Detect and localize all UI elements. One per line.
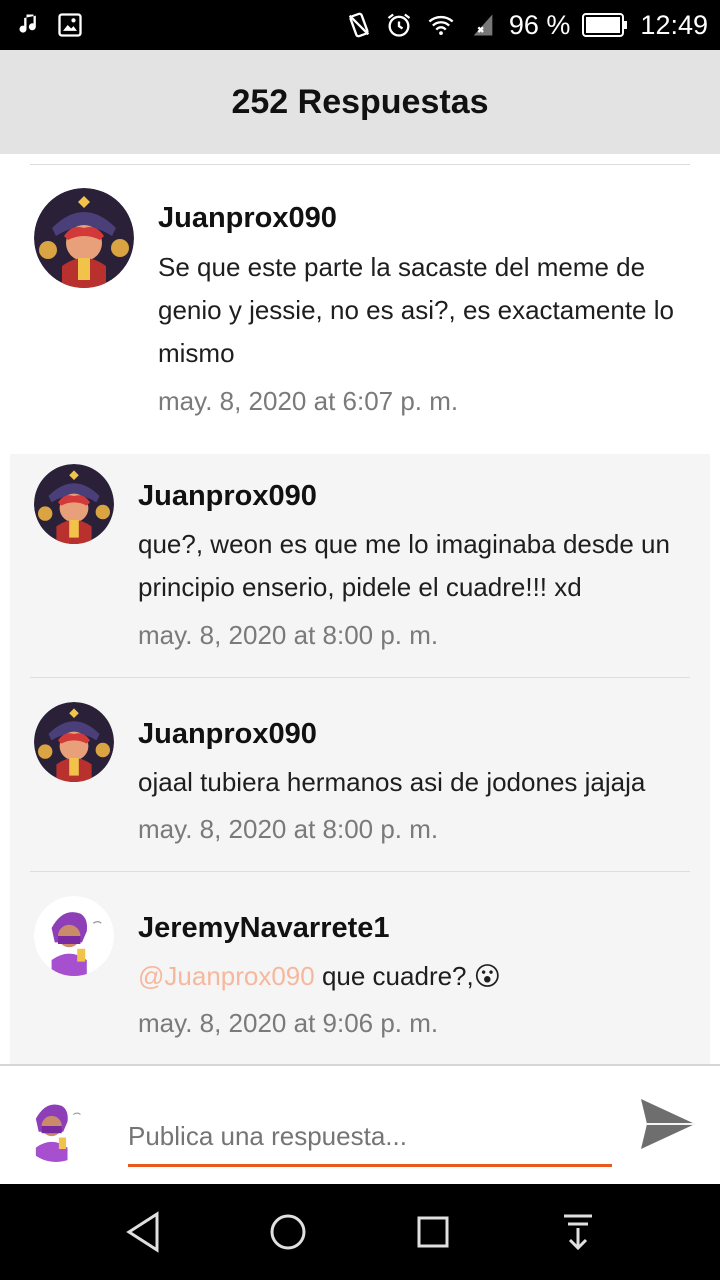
reply-author[interactable]: JeremyNavarrete1 [138, 912, 390, 945]
recents-button[interactable] [403, 1202, 463, 1262]
status-bar: 96 % 12:49 [0, 0, 720, 50]
input-underline [128, 1164, 612, 1167]
avatar[interactable] [34, 702, 114, 782]
reply-timestamp: may. 8, 2020 at 8:00 p. m. [138, 814, 439, 844]
reply-timestamp: may. 8, 2020 at 8:00 p. m. [138, 620, 439, 650]
send-button[interactable] [636, 1096, 700, 1156]
music-note-icon [16, 11, 44, 39]
reply-composer [0, 1064, 720, 1184]
page-title: 252 Respuestas [231, 82, 489, 121]
reply-text-content: que cuadre?,😮 [314, 961, 501, 991]
reply-item: Juanprox090 ojaal tubiera hermanos asi d… [0, 678, 720, 872]
avatar[interactable] [34, 188, 134, 288]
user-mention[interactable]: @Juanprox090 [138, 961, 315, 991]
wifi-icon [425, 11, 457, 39]
home-circle-icon [270, 1214, 305, 1250]
home-button[interactable] [258, 1202, 318, 1262]
avatar[interactable] [34, 464, 114, 544]
back-button[interactable] [113, 1202, 173, 1262]
navigation-bar [0, 1184, 720, 1280]
comment-item: Juanprox090 Se que este parte la sacaste… [0, 154, 720, 454]
avatar[interactable] [34, 896, 114, 976]
battery-icon [582, 12, 628, 38]
reply-item: Juanprox090 que?, weon es que me lo imag… [0, 454, 720, 678]
reply-timestamp: may. 8, 2020 at 9:06 p. m. [138, 1008, 439, 1038]
comment-timestamp: may. 8, 2020 at 6:07 p. m. [158, 386, 459, 416]
alarm-icon [385, 11, 413, 39]
reply-item: JeremyNavarrete1 @Juanprox090 que cuadre… [0, 872, 720, 1064]
clock: 12:49 [640, 9, 708, 40]
comment-author[interactable]: Juanprox090 [158, 202, 337, 235]
reply-author[interactable]: Juanprox090 [138, 480, 317, 513]
pull-down-icon [563, 1214, 592, 1251]
reply-text: ojaal tubiera hermanos asi de jodones ja… [138, 767, 646, 797]
send-icon [639, 1097, 697, 1156]
reply-text: que?, weon es que me lo imaginaba desde … [138, 529, 670, 602]
reply-input[interactable] [128, 1106, 612, 1166]
signal-icon [469, 11, 497, 39]
recents-square-icon [417, 1216, 448, 1248]
header: 252 Respuestas [0, 50, 720, 154]
notifications-button[interactable] [548, 1202, 608, 1262]
reply-text: @Juanprox090 que cuadre?,😮 [138, 955, 698, 998]
reply-author[interactable]: Juanprox090 [138, 718, 317, 751]
battery-percent: 96 % [508, 9, 571, 40]
back-triangle-icon [125, 1211, 158, 1253]
vibrate-off-icon [345, 11, 373, 39]
comment-text: Se que este parte la sacaste del meme de… [158, 252, 674, 368]
image-icon [56, 11, 84, 39]
avatar [20, 1090, 92, 1162]
comment-thread[interactable]: Juanprox090 Se que este parte la sacaste… [0, 154, 720, 1064]
